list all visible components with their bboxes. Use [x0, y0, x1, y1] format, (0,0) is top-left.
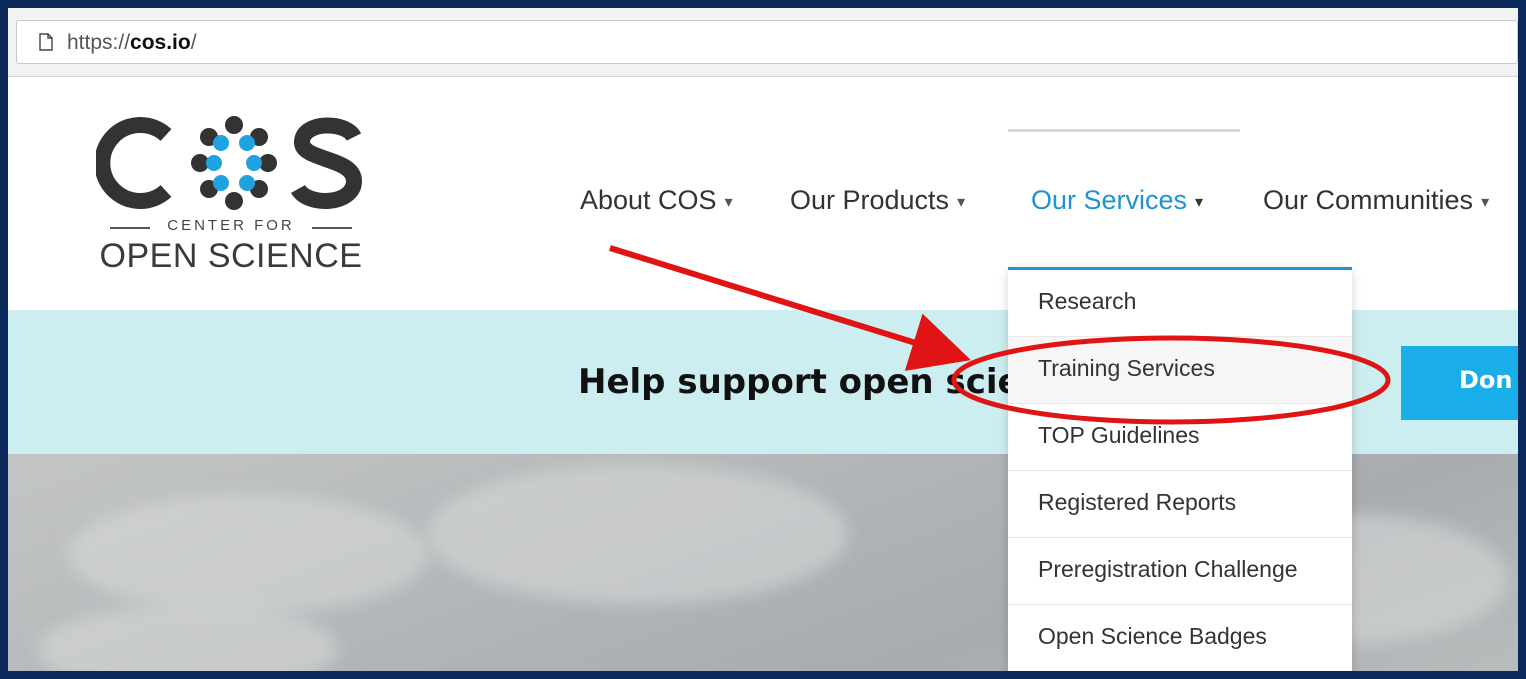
page-icon: [39, 33, 53, 51]
logo-title: OPEN SCIENCE: [99, 237, 363, 275]
nav-our-products[interactable]: Our Products ▾: [790, 185, 965, 216]
cos-logo[interactable]: CENTER FOR OPEN SCIENCE: [96, 113, 366, 283]
caret-down-icon: ▾: [957, 193, 966, 211]
banner-text: Help support open scie: [578, 362, 1021, 402]
nav-our-services[interactable]: Our Services ▾: [1031, 185, 1203, 216]
caret-down-icon: ▾: [724, 193, 733, 211]
browser-frame: https://cos.io/ CENTER FOR OPEN SCIENCE …: [8, 8, 1518, 671]
caret-down-icon: ▾: [1195, 193, 1204, 211]
nav-label: About COS: [580, 185, 717, 215]
logo-subtitle: CENTER FOR: [167, 217, 295, 234]
menu-item-top-guidelines[interactable]: TOP Guidelines: [1008, 404, 1352, 471]
logo-dots: [191, 116, 277, 210]
menu-item-training-services[interactable]: Training Services: [1008, 337, 1352, 404]
cloud-shape: [38, 604, 338, 671]
menu-item-open-science-badges[interactable]: Open Science Badges: [1008, 605, 1352, 671]
url-suffix: /: [190, 31, 197, 54]
services-dropdown-menu: Research Training Services TOP Guideline…: [1008, 267, 1352, 671]
url-text: https://cos.io/: [67, 31, 197, 55]
nav-label: Our Communities: [1263, 185, 1474, 215]
nav-label: Our Services: [1031, 185, 1188, 215]
cloud-shape: [68, 494, 428, 614]
nav-label: Our Products: [790, 185, 950, 215]
menu-item-research[interactable]: Research: [1008, 270, 1352, 337]
url-field[interactable]: https://cos.io/: [16, 20, 1518, 64]
nav-indicator-line: [1008, 129, 1240, 132]
menu-item-registered-reports[interactable]: Registered Reports: [1008, 471, 1352, 538]
url-prefix: https://: [67, 31, 131, 54]
menu-item-preregistration-challenge[interactable]: Preregistration Challenge: [1008, 538, 1352, 605]
address-bar: https://cos.io/: [8, 8, 1518, 77]
donate-button[interactable]: Don: [1401, 346, 1518, 420]
url-host: cos.io: [130, 31, 191, 54]
caret-down-icon: ▾: [1481, 193, 1490, 211]
nav-about-cos[interactable]: About COS ▾: [580, 185, 733, 216]
nav-our-communities[interactable]: Our Communities ▾: [1263, 185, 1489, 216]
logo-mark: [96, 116, 363, 210]
cloud-shape: [428, 464, 848, 604]
